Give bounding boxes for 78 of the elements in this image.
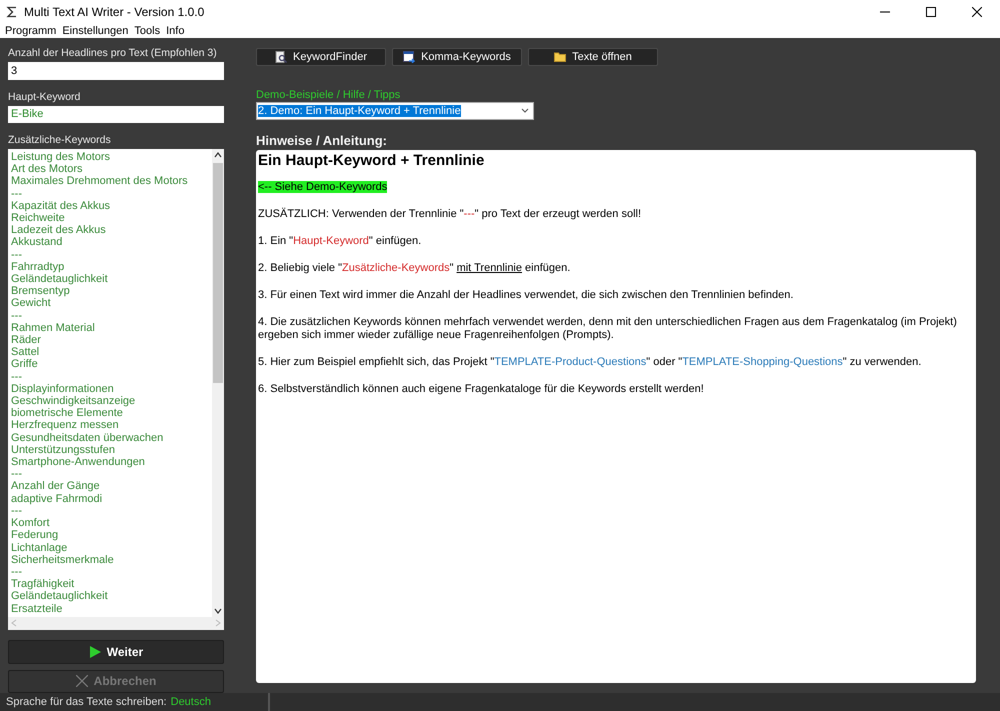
status-label: Sprache für das Texte schreiben: xyxy=(6,696,167,708)
menu-item[interactable]: Info xyxy=(163,24,188,38)
instruction-paragraph: <-- Siehe Demo-Keywords xyxy=(258,181,388,194)
play-icon xyxy=(88,646,101,658)
keyword-line: Fahrradtyp xyxy=(11,260,66,274)
field-label: Anzahl der Headlines pro Text (Empfohlen 3) xyxy=(8,46,218,60)
keyword-line: Akkustand xyxy=(11,236,64,249)
keyword-line: Anzahl der Gänge xyxy=(11,480,101,493)
instruction-paragraph: 5. Hier zum Beispiel empfiehlt sich, das Projekt "TEMPLATE-Product-Questions" oder "TEMPLATE-Shopping-Questions" zu verwenden. xyxy=(258,356,922,369)
keyword-line: Geländetauglichkeit xyxy=(11,273,109,286)
field-label: Haupt-Keyword xyxy=(8,90,82,104)
scroll-up-icon[interactable] xyxy=(214,151,222,159)
keyword-line: --- xyxy=(11,248,23,261)
keywords-textarea[interactable] xyxy=(8,149,224,617)
keyword-line: Räder xyxy=(11,334,42,346)
keyword-line: Sicherheitsmerkmale xyxy=(11,554,115,566)
folder-icon xyxy=(554,51,566,63)
instruction-paragraph: 6. Selbstverständlich können auch eigene Fragenkataloge für die Keywords erstellt werden! xyxy=(258,383,705,396)
keyword-line: Geschwindigkeitsanzeige xyxy=(11,395,136,408)
keyword-line: Art des Motors xyxy=(11,163,84,176)
keyword-line: biometrische Elemente xyxy=(11,407,124,420)
instruction-paragraph: 3. Für einen Text wird immer die Anzahl der Headlines verwendet, die sich zwischen den Trennlinien befinden. xyxy=(258,289,794,302)
cross-icon xyxy=(76,675,88,688)
toolbar-button[interactable]: Komma-Keywords xyxy=(392,48,522,66)
section-heading: Hinweise / Anleitung: xyxy=(256,133,388,148)
keyword-line: Tragfähigkeit xyxy=(11,578,76,590)
chevron-down-icon xyxy=(521,108,529,114)
sigma-app-icon xyxy=(6,6,18,18)
field-label: Zusätzliche-Keywords xyxy=(8,133,112,147)
toolbar-button[interactable]: Texte öffnen xyxy=(528,48,658,66)
keyword-line: Herzfrequenz messen xyxy=(11,419,120,432)
window-title: Multi Text AI Writer - Version 1.0.0 xyxy=(24,5,206,19)
menu-item[interactable]: Tools xyxy=(131,24,164,38)
keyword-line: Leistung des Motors xyxy=(11,151,112,164)
keyword-line: Komfort xyxy=(11,517,51,530)
magnifier-page-icon xyxy=(275,51,287,63)
keyword-line: Lichtanlage xyxy=(11,542,68,554)
keyword-line: --- xyxy=(11,468,23,480)
keyword-line: Maximales Drehmoment des Motors xyxy=(11,175,189,188)
instruction-paragraph: ZUSÄTZLICH: Verwenden der Trennlinie "---" pro Text der erzeugt werden soll! xyxy=(258,208,642,221)
scroll-down-icon[interactable] xyxy=(214,606,222,615)
status-language: Deutsch xyxy=(170,696,211,708)
keyword-line: Gewicht xyxy=(11,297,52,310)
scrollbar-thumb[interactable] xyxy=(213,163,223,383)
keyword-line: --- xyxy=(11,370,23,383)
keyword-line: --- xyxy=(11,566,23,578)
continue-button[interactable]: Weiter xyxy=(8,640,224,664)
keyword-line: Federung xyxy=(11,529,60,542)
keyword-line: Ladezeit des Akkus xyxy=(11,224,107,236)
main-keyword-field[interactable]: E-Bike xyxy=(8,106,224,123)
instruction-paragraph: 4. Die zusätzlichen Keywords können mehrfach verwendet werden, denn mit den unterschiedlichen Fragen aus dem Fragenkatalog (im Projekt) ergeben sich immer wieder zufällige neue Fragenreihenfolgen (Prompts). xyxy=(258,316,958,342)
keyword-line: Unterstützungsstufen xyxy=(11,444,116,456)
instruction-paragraph: 2. Beliebig viele "Zusätzliche-Keywords" mit Trennlinie einfügen. xyxy=(258,262,572,275)
keyword-line: --- xyxy=(11,310,23,322)
toolbar-button[interactable]: KeywordFinder xyxy=(256,48,386,66)
keyword-line: Geländetauglichkeit xyxy=(11,590,109,603)
keyword-line: Reichweite xyxy=(11,212,66,224)
menu-item[interactable]: Einstellungen xyxy=(59,24,132,38)
keyword-line: Bremsentyp xyxy=(11,285,71,298)
headline-count-field[interactable]: 3 xyxy=(8,62,224,80)
keyword-line: Griffe xyxy=(11,358,39,371)
keyword-line: --- xyxy=(11,504,23,518)
keyword-line: Kapazität des Akkus xyxy=(11,200,112,212)
keyword-line: Sattel xyxy=(11,346,40,358)
keyword-line: adaptive Fahrmodi xyxy=(11,492,104,505)
keyword-line: Rahmen Material xyxy=(11,322,96,334)
keyword-line: Displayinformationen xyxy=(11,382,115,396)
demo-dropdown[interactable]: 2. Demo: Ein Haupt-Keyword + Trennlinie xyxy=(256,102,534,120)
menu-item[interactable]: Programm xyxy=(2,24,60,38)
keyword-line: Gesundheitsdaten überwachen xyxy=(11,432,164,444)
keyword-line: Smartphone-Anwendungen xyxy=(11,456,146,468)
close-icon xyxy=(972,7,982,17)
maximize-icon xyxy=(926,7,936,17)
instructions-title: Ein Haupt-Keyword + Trennlinie xyxy=(258,152,486,169)
instruction-paragraph: 1. Ein "Haupt-Keyword" einfügen. xyxy=(258,235,422,248)
keyword-line: Ersatzteile xyxy=(11,602,64,615)
demo-label: Demo-Beispiele / Hilfe / Tipps xyxy=(256,88,402,102)
keyword-line: --- xyxy=(11,188,23,200)
